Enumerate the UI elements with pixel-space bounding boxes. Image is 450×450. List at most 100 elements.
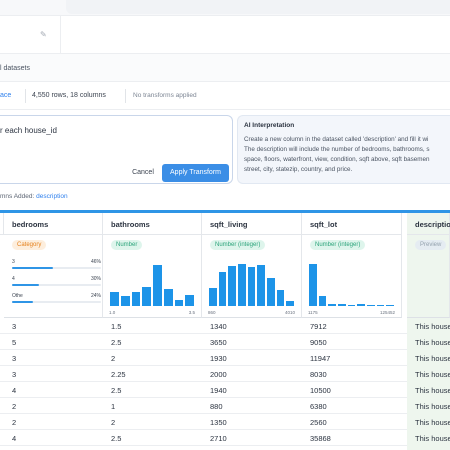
description-cell[interactable]: This house bbox=[407, 446, 450, 450]
description-preview-area bbox=[407, 255, 450, 318]
table-cell[interactable]: 9050 bbox=[310, 338, 327, 347]
description-cell[interactable]: This house bbox=[407, 334, 450, 350]
divider bbox=[60, 16, 61, 54]
table-cell[interactable]: 1340 bbox=[210, 322, 227, 331]
table-row[interactable]: 3 2 1930 11947 This house bbox=[0, 350, 450, 366]
table-cell[interactable]: 2 bbox=[111, 418, 115, 427]
table-cell[interactable]: 2.5 bbox=[111, 434, 121, 443]
table-cell[interactable]: 4 bbox=[12, 386, 16, 395]
table-cell[interactable]: 1930 bbox=[210, 354, 227, 363]
category-bar bbox=[12, 301, 101, 303]
table-cell[interactable]: 6380 bbox=[310, 402, 327, 411]
description-text: This house bbox=[415, 418, 450, 427]
cancel-button[interactable]: Cancel bbox=[126, 165, 160, 181]
category-bar-fill bbox=[12, 301, 34, 303]
table-row[interactable]: 4 2.5 2710 35868 This house bbox=[0, 430, 450, 446]
breadcrumb-link[interactable]: l datasets bbox=[0, 65, 30, 72]
type-badge: Category bbox=[12, 240, 47, 250]
axis-min-label: 860 bbox=[208, 310, 216, 315]
histogram-bar bbox=[153, 265, 162, 306]
replace-link[interactable]: ace bbox=[0, 92, 11, 99]
apply-transform-button[interactable]: Apply Transform bbox=[162, 164, 229, 182]
category-row: 4 30% bbox=[12, 276, 101, 282]
table-row[interactable]: 4 2.5 1940 10500 This house bbox=[0, 382, 450, 398]
category-bar-fill bbox=[12, 267, 53, 269]
column-type-cell: Preview bbox=[407, 235, 450, 255]
table-row[interactable]: 32.5243088426This house bbox=[0, 446, 450, 450]
table-cell[interactable]: 2.25 bbox=[111, 370, 126, 379]
axis-max-label: 4010 bbox=[284, 310, 295, 315]
histogram-bar bbox=[257, 265, 265, 306]
type-badge: Number (integer) bbox=[210, 240, 266, 250]
description-text: This house bbox=[415, 386, 450, 395]
dataset-info-bar: ace 4,550 rows, 18 columns No transforms… bbox=[0, 82, 450, 110]
histogram-bar bbox=[110, 291, 119, 306]
table-cell[interactable]: 1350 bbox=[210, 418, 227, 427]
histogram-bar bbox=[367, 305, 375, 306]
table-cell[interactable]: 1940 bbox=[210, 386, 227, 395]
columns-added-label: mns Added: bbox=[0, 193, 35, 200]
description-cell[interactable]: This house bbox=[407, 350, 450, 366]
table-cell[interactable]: 2 bbox=[12, 402, 16, 411]
description-cell[interactable]: This house bbox=[407, 382, 450, 398]
table-cell[interactable]: 35868 bbox=[310, 434, 331, 443]
description-cell[interactable]: This house bbox=[407, 398, 450, 414]
category-label: 4 bbox=[12, 276, 15, 282]
description-cell[interactable]: This house bbox=[407, 430, 450, 446]
column-header-bedrooms[interactable]: bedrooms bbox=[4, 213, 103, 235]
type-badge: Preview bbox=[415, 240, 447, 250]
description-cell[interactable]: This house bbox=[407, 366, 450, 382]
table-row[interactable]: 2 1 880 6380 This house bbox=[0, 398, 450, 414]
ai-line: Create a new column in the dataset calle… bbox=[244, 136, 429, 143]
table-cell[interactable]: 8030 bbox=[310, 370, 327, 379]
column-name: descriptio bbox=[415, 220, 450, 229]
ai-interpretation-title: AI Interpretation bbox=[244, 122, 295, 129]
description-cell[interactable]: This house bbox=[407, 318, 450, 334]
table-cell[interactable]: 1.5 bbox=[111, 322, 121, 331]
ai-line: The description will include the number … bbox=[244, 146, 430, 153]
table-cell[interactable]: 880 bbox=[210, 402, 223, 411]
column-type-cell: Number (integer) bbox=[302, 235, 402, 255]
ai-interpretation-card: AI Interpretation Create a new column in… bbox=[237, 115, 450, 184]
table-cell[interactable]: 2710 bbox=[210, 434, 227, 443]
column-header-sqft-living[interactable]: sqft_living bbox=[202, 213, 302, 235]
description-text: This house bbox=[415, 402, 450, 411]
ai-line: street, city, statezip, country, and pri… bbox=[244, 166, 353, 173]
sqft-lot-histogram: 1175 125452 bbox=[302, 255, 402, 318]
column-header-bathrooms[interactable]: bathrooms bbox=[103, 213, 202, 235]
table-row[interactable]: 2 2 1350 2560 This house bbox=[0, 414, 450, 430]
histogram-bar bbox=[209, 287, 217, 306]
category-row: 3 46% bbox=[12, 259, 101, 265]
histogram-bar bbox=[131, 292, 141, 306]
table-cell[interactable]: 3 bbox=[12, 370, 16, 379]
table-cell[interactable]: 1 bbox=[111, 402, 115, 411]
table-cell[interactable]: 5 bbox=[12, 338, 16, 347]
column-name: sqft_living bbox=[210, 220, 248, 229]
table-cell[interactable]: 2560 bbox=[310, 418, 327, 427]
description-cell[interactable]: This house bbox=[407, 414, 450, 430]
pencil-icon[interactable]: ✎ bbox=[40, 30, 49, 39]
column-header-description[interactable]: descriptio bbox=[407, 213, 450, 235]
table-cell[interactable]: 2.5 bbox=[111, 338, 121, 347]
table-cell[interactable]: 2 bbox=[12, 418, 16, 427]
table-cell[interactable]: 2 bbox=[111, 354, 115, 363]
sqft-living-histogram: 860 4010 bbox=[202, 255, 302, 318]
histogram-bar bbox=[267, 277, 275, 306]
table-cell[interactable]: 3 bbox=[12, 322, 16, 331]
type-badge: Number (integer) bbox=[310, 240, 366, 250]
table-row[interactable]: 5 2.5 3650 9050 This house bbox=[0, 334, 450, 350]
table-cell[interactable]: 7912 bbox=[310, 322, 327, 331]
table-cell[interactable]: 2000 bbox=[210, 370, 227, 379]
table-cell[interactable]: 11947 bbox=[310, 354, 330, 363]
table-row[interactable]: 3 2.25 2000 8030 This house bbox=[0, 366, 450, 382]
top-search-area[interactable] bbox=[66, 0, 450, 14]
column-header-sqft-lot[interactable]: sqft_lot bbox=[302, 213, 402, 235]
table-row[interactable]: 3 1.5 1340 7912 This house bbox=[0, 318, 450, 334]
column-link-description[interactable]: description bbox=[36, 193, 67, 200]
table-cell[interactable]: 10500 bbox=[310, 386, 331, 395]
prompt-input[interactable]: r each house_id bbox=[0, 126, 57, 135]
table-cell[interactable]: 3650 bbox=[210, 338, 227, 347]
table-cell[interactable]: 4 bbox=[12, 434, 16, 443]
table-cell[interactable]: 2.5 bbox=[111, 386, 121, 395]
table-cell[interactable]: 3 bbox=[12, 354, 16, 363]
